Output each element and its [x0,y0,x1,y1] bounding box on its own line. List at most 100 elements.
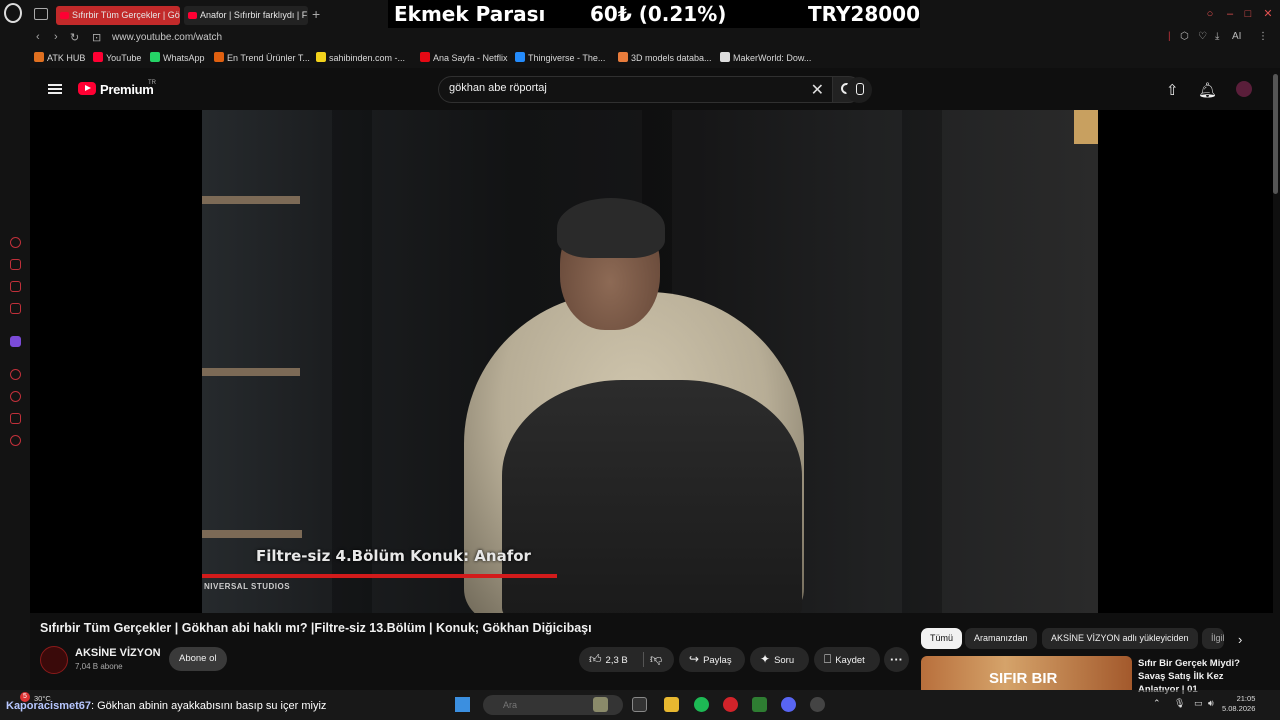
search-input[interactable] [449,82,769,94]
clock-time: 21:05 [1236,694,1256,703]
bookmark-icon[interactable]: ♡ [1198,31,1207,42]
maximize-icon[interactable]: □ [1242,8,1254,20]
stream-ticker-overlay: Ekmek Parası 60₺ (0.21%) TRY28000 [388,0,920,28]
more-actions-button[interactable]: ··· [884,647,909,672]
voice-search-button[interactable] [846,77,872,103]
twitch-icon[interactable] [10,336,21,347]
chip-from-search[interactable]: Aramanızdan [965,628,1037,649]
account-avatar[interactable] [1236,81,1252,97]
ai-assistant-button[interactable]: AI [1232,31,1241,42]
youtube-header: Premium TR ✕ ⇧ 🔔︎ [30,68,1280,110]
downloads-icon[interactable]: ⤓ [1215,31,1219,42]
app-icon[interactable] [752,697,767,712]
pinboard-icon[interactable] [10,413,21,424]
share-button[interactable]: ↪ Paylaş [679,647,745,672]
windows-start-icon[interactable] [455,697,470,712]
tray-chevron-icon[interactable]: ⌃ [1153,698,1161,709]
player-icon[interactable] [10,369,21,380]
reload-icon[interactable]: ↻ [70,31,79,44]
opera-icon[interactable] [723,697,738,712]
recommendation-thumbnail[interactable]: SIFIR BIR [921,656,1132,690]
microphone-icon[interactable]: 🎙︎ [1174,698,1185,709]
like-button[interactable]: 👍︎ 2,3 B [579,652,628,666]
bookmark-whatsapp[interactable]: WhatsApp [150,52,205,63]
speed-dial-icon[interactable] [10,237,21,248]
bookmark-label: Thingiverse - The... [528,53,606,63]
bookmark-atk-hub[interactable]: ATK HUB [34,52,85,63]
url-field[interactable]: www.youtube.com/watch [112,32,222,43]
subscribe-button[interactable]: Abone ol [169,647,227,671]
channel-avatar[interactable] [40,646,68,674]
youtube-favicon-icon [60,12,69,19]
tab-overview-icon[interactable] [34,8,48,20]
upload-icon[interactable]: ⇧ [1166,81,1179,99]
channel-name[interactable]: AKSİNE VİZYON [75,647,161,659]
minimize-icon[interactable]: – [1224,8,1236,20]
ask-button[interactable]: ✦ Soru [750,647,809,672]
bookmark-thingiverse[interactable]: Thingiverse - The... [515,52,605,63]
chip-from-uploader[interactable]: AKSİNE VİZYON adlı yükleyiciden [1042,628,1198,649]
whatsapp-icon [150,52,160,62]
dislike-button[interactable]: 👎︎ [650,647,662,672]
trendyol-icon [214,52,224,62]
guide-menu-icon[interactable] [48,84,62,94]
page-scrollbar[interactable] [1273,74,1278,194]
bookmark-trendyol[interactable]: En Trend Ürünler T... [214,52,310,63]
settings-icon[interactable] [10,435,21,446]
terminal-icon[interactable] [632,697,647,712]
extensions-icon[interactable]: ⬡ [1180,31,1189,42]
volume-icon[interactable]: 🔊︎ [1208,698,1214,709]
spotify-icon[interactable] [694,697,709,712]
app-icon[interactable] [810,697,825,712]
forward-icon[interactable]: › [54,31,58,43]
instagram-icon[interactable] [10,281,21,292]
video-player[interactable]: Filtre-siz 4.Bölüm Konuk: Anafor NIVERSA… [30,110,1273,613]
tab-label: Anafor | Sıfırbir farklıydı | F [200,10,308,20]
system-clock[interactable]: 21:05 5.08.2026 [1222,694,1255,714]
video-frame[interactable]: Filtre-siz 4.Bölüm Konuk: Anafor NIVERSA… [202,110,1098,613]
close-window-icon[interactable]: ✕ [1262,8,1274,20]
task-view-icon[interactable] [593,697,608,712]
menu-icon[interactable]: ⋮ [1258,31,1268,42]
share-label: Paylaş [703,655,732,666]
3d-models-icon [618,52,628,62]
tab-youtube-active[interactable]: Sıfırbir Tüm Gerçekler | Gö [56,6,180,25]
curtain-fold [332,110,372,613]
bookmark-netflix[interactable]: Ana Sayfa - Netflix [420,52,508,63]
chat-text: : Gökhan abinin ayakkabısını basıp su iç… [91,700,327,712]
bookmark-youtube[interactable]: YouTube [93,52,141,63]
save-button[interactable]: ⎕ Kaydet [814,647,880,672]
sahibinden-icon [316,52,326,62]
guest-figure [502,380,802,613]
curtain-fold [902,110,942,613]
aria-ai-icon[interactable] [10,259,21,270]
search-tabs-icon[interactable]: ○ [1204,8,1216,20]
notifications-bell-icon[interactable]: 🔔︎ [1198,81,1217,99]
chevron-right-icon[interactable]: › [1238,632,1242,647]
clear-search-icon[interactable]: ✕ [811,80,824,100]
history-icon[interactable] [10,391,21,402]
discord-icon[interactable] [781,697,796,712]
youtube-premium-wordmark[interactable]: Premium [100,82,154,97]
chip-all[interactable]: Tümü [921,628,963,649]
back-icon[interactable]: ‹ [36,31,40,43]
messenger-icon[interactable] [10,303,21,314]
chip-related[interactable]: İlgili [1202,628,1224,649]
tab-youtube-anafor[interactable]: Anafor | Sıfırbir farklıydı | F [184,6,308,25]
tab-label: Sıfırbir Tüm Gerçekler | Gö [72,10,180,20]
browser-tab-strip: Sıfırbir Tüm Gerçekler | Gö Anafor | Sıf… [0,0,1280,30]
network-icon[interactable]: ▭ [1194,698,1203,709]
site-info-lock-icon[interactable]: ⊡ [92,31,101,44]
file-explorer-icon[interactable] [664,697,679,712]
browser-logo-icon[interactable] [4,3,22,23]
youtube-logo-icon[interactable] [78,82,96,95]
ask-label: Soru [774,655,795,666]
bookmark-makerworld[interactable]: MakerWorld: Dow... [720,52,811,63]
subscriber-count: 7,04 B abone [75,662,123,671]
bookmark-sahibinden[interactable]: sahibinden.com -... [316,52,405,63]
sidebar-divider-icon: | [1168,31,1171,42]
bookmark-label: WhatsApp [163,53,205,63]
new-tab-button[interactable]: + [312,6,320,22]
bookmark-3d-models[interactable]: 3D models databa... [618,52,712,63]
atk-hub-icon [34,52,44,62]
